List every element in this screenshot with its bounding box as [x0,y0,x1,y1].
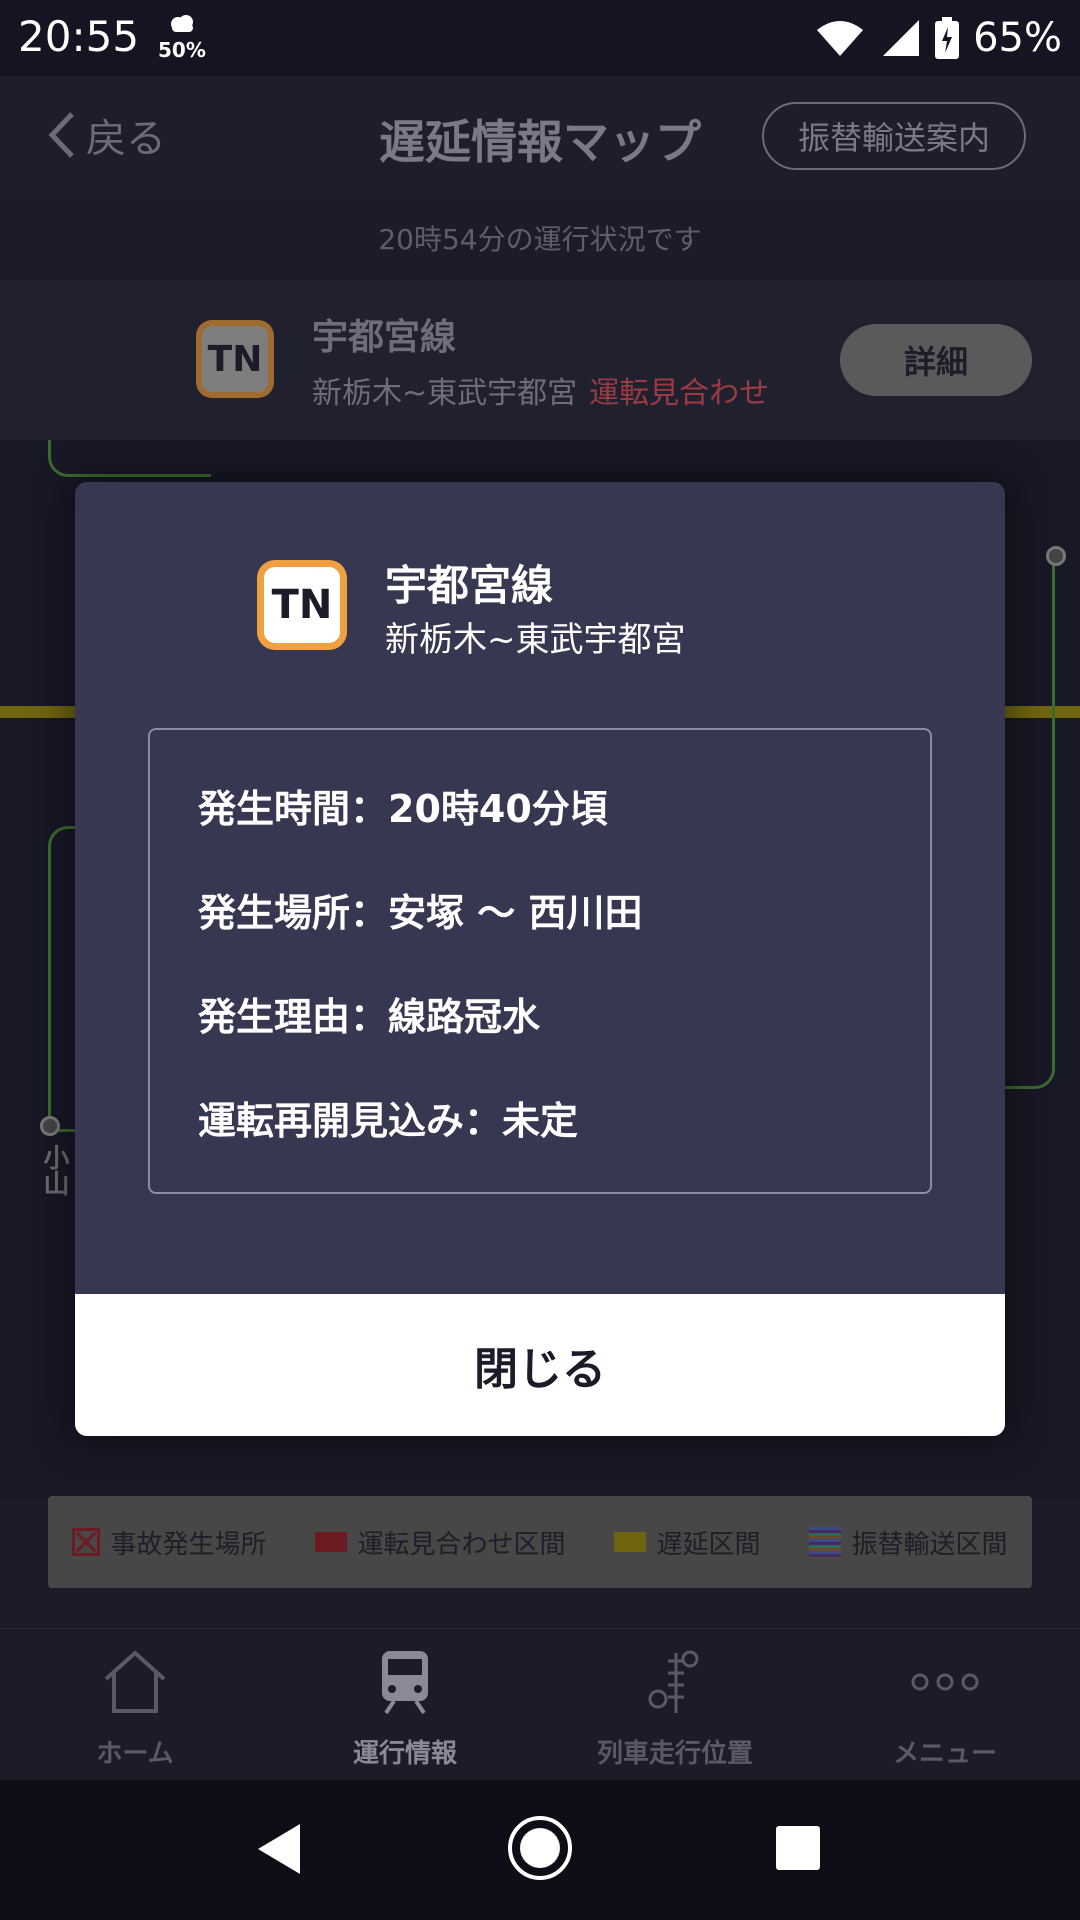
suspended-swatch [315,1532,348,1552]
occur-time: 発生時間：20時40分頃 [198,787,608,831]
recents-square-icon[interactable] [774,1824,822,1872]
legend-transfer-label: 振替輸送区間 [851,1529,1008,1560]
modal-line-name: 宇都宮線 [385,561,554,610]
nav-menu-label: メニュー [892,1739,997,1769]
status-caption: 20時54分の運行状況です [378,223,702,256]
map-line [48,440,211,477]
nav-train-position-label: 列車走行位置 [596,1739,753,1769]
line-name: 宇都宮線 [312,317,457,358]
system-navigation-bar [0,1780,1080,1920]
modal-line-badge: TN [257,560,347,650]
map-station-dot[interactable] [40,1116,60,1136]
legend-suspended-label: 運転見合わせ区間 [357,1529,566,1560]
line-section: 新栃木~東武宇都宮 運転見合わせ [312,368,769,412]
map-legend: 事故発生場所 運転見合わせ区間 遅延区間 振替輸送区間 [48,1496,1032,1588]
weather-indicator: 50% [156,12,206,64]
nav-home-label: ホーム [96,1739,174,1769]
delay-swatch [614,1532,647,1552]
nav-home[interactable]: ホーム [0,1629,270,1781]
detail-button[interactable]: 詳細 [840,324,1032,396]
resume-estimate: 運転再開見込み：未定 [198,1099,579,1143]
nav-operation-info[interactable]: 運行情報 [270,1629,540,1781]
legend-accident: 事故発生場所 [72,1524,267,1561]
incident-info-box: 発生時間：20時40分頃 発生場所：安塚 〜 西川田 発生理由：線路冠水 運転再… [148,728,932,1194]
transfer-guide-button[interactable]: 振替輸送案内 [762,102,1026,170]
legend-suspended: 運転見合わせ区間 [315,1524,566,1561]
bottom-navigation: ホーム 運行情報 列車走行位置 メニュー [0,1628,1080,1781]
modal-line-section: 新栃木~東武宇都宮 [385,620,686,660]
train-icon [382,1651,428,1715]
status-time: 20:55 [18,12,140,61]
legend-accident-label: 事故発生場所 [110,1529,267,1560]
status-icons: 65% [813,12,1062,64]
occur-reason: 発生理由：線路冠水 [198,995,541,1039]
home-icon [104,1650,166,1713]
wifi-icon [817,21,864,56]
line-status-card: TN 宇都宮線 新栃木~東武宇都宮 運転見合わせ 詳細 [0,280,1080,440]
cell-signal-icon [883,20,920,56]
battery-percent: 65% [973,15,1062,61]
nav-train-position[interactable]: 列車走行位置 [540,1629,810,1781]
weather-percent: 50% [158,38,206,62]
more-icon [911,1673,979,1691]
home-circle-icon[interactable] [506,1814,574,1882]
close-button[interactable]: 閉じる [75,1294,1005,1436]
line-status-badge: 運転見合わせ [589,376,770,411]
transfer-swatch [809,1527,842,1557]
battery-icon [935,17,960,59]
back-triangle-icon[interactable] [254,1822,304,1876]
line-badge: TN [196,320,274,398]
cloud-icon [171,15,193,32]
map-station-label: 小山 [39,1144,69,1196]
line-section-text: 新栃木~東武宇都宮 [312,376,578,411]
modal-line-badge-label: TN [264,567,340,643]
occur-place: 発生場所：安塚 〜 西川田 [198,891,643,935]
signal-icon [648,1650,699,1713]
nav-menu[interactable]: メニュー [810,1629,1080,1781]
legend-delay: 遅延区間 [614,1524,761,1561]
line-badge-label: TN [202,326,268,392]
accident-icon [72,1528,101,1556]
line-detail-modal: TN 宇都宮線 新栃木~東武宇都宮 発生時間：20時40分頃 発生場所：安塚 〜… [75,482,1005,1436]
app-header: 戻る 遅延情報マップ 振替輸送案内 [0,76,1080,202]
map-station-dot[interactable] [1046,546,1066,566]
legend-transfer: 振替輸送区間 [809,1524,1008,1561]
status-bar: 20:55 50% 65% [0,0,1080,76]
legend-delay-label: 遅延区間 [656,1529,761,1560]
nav-operation-info-label: 運行情報 [352,1739,457,1769]
